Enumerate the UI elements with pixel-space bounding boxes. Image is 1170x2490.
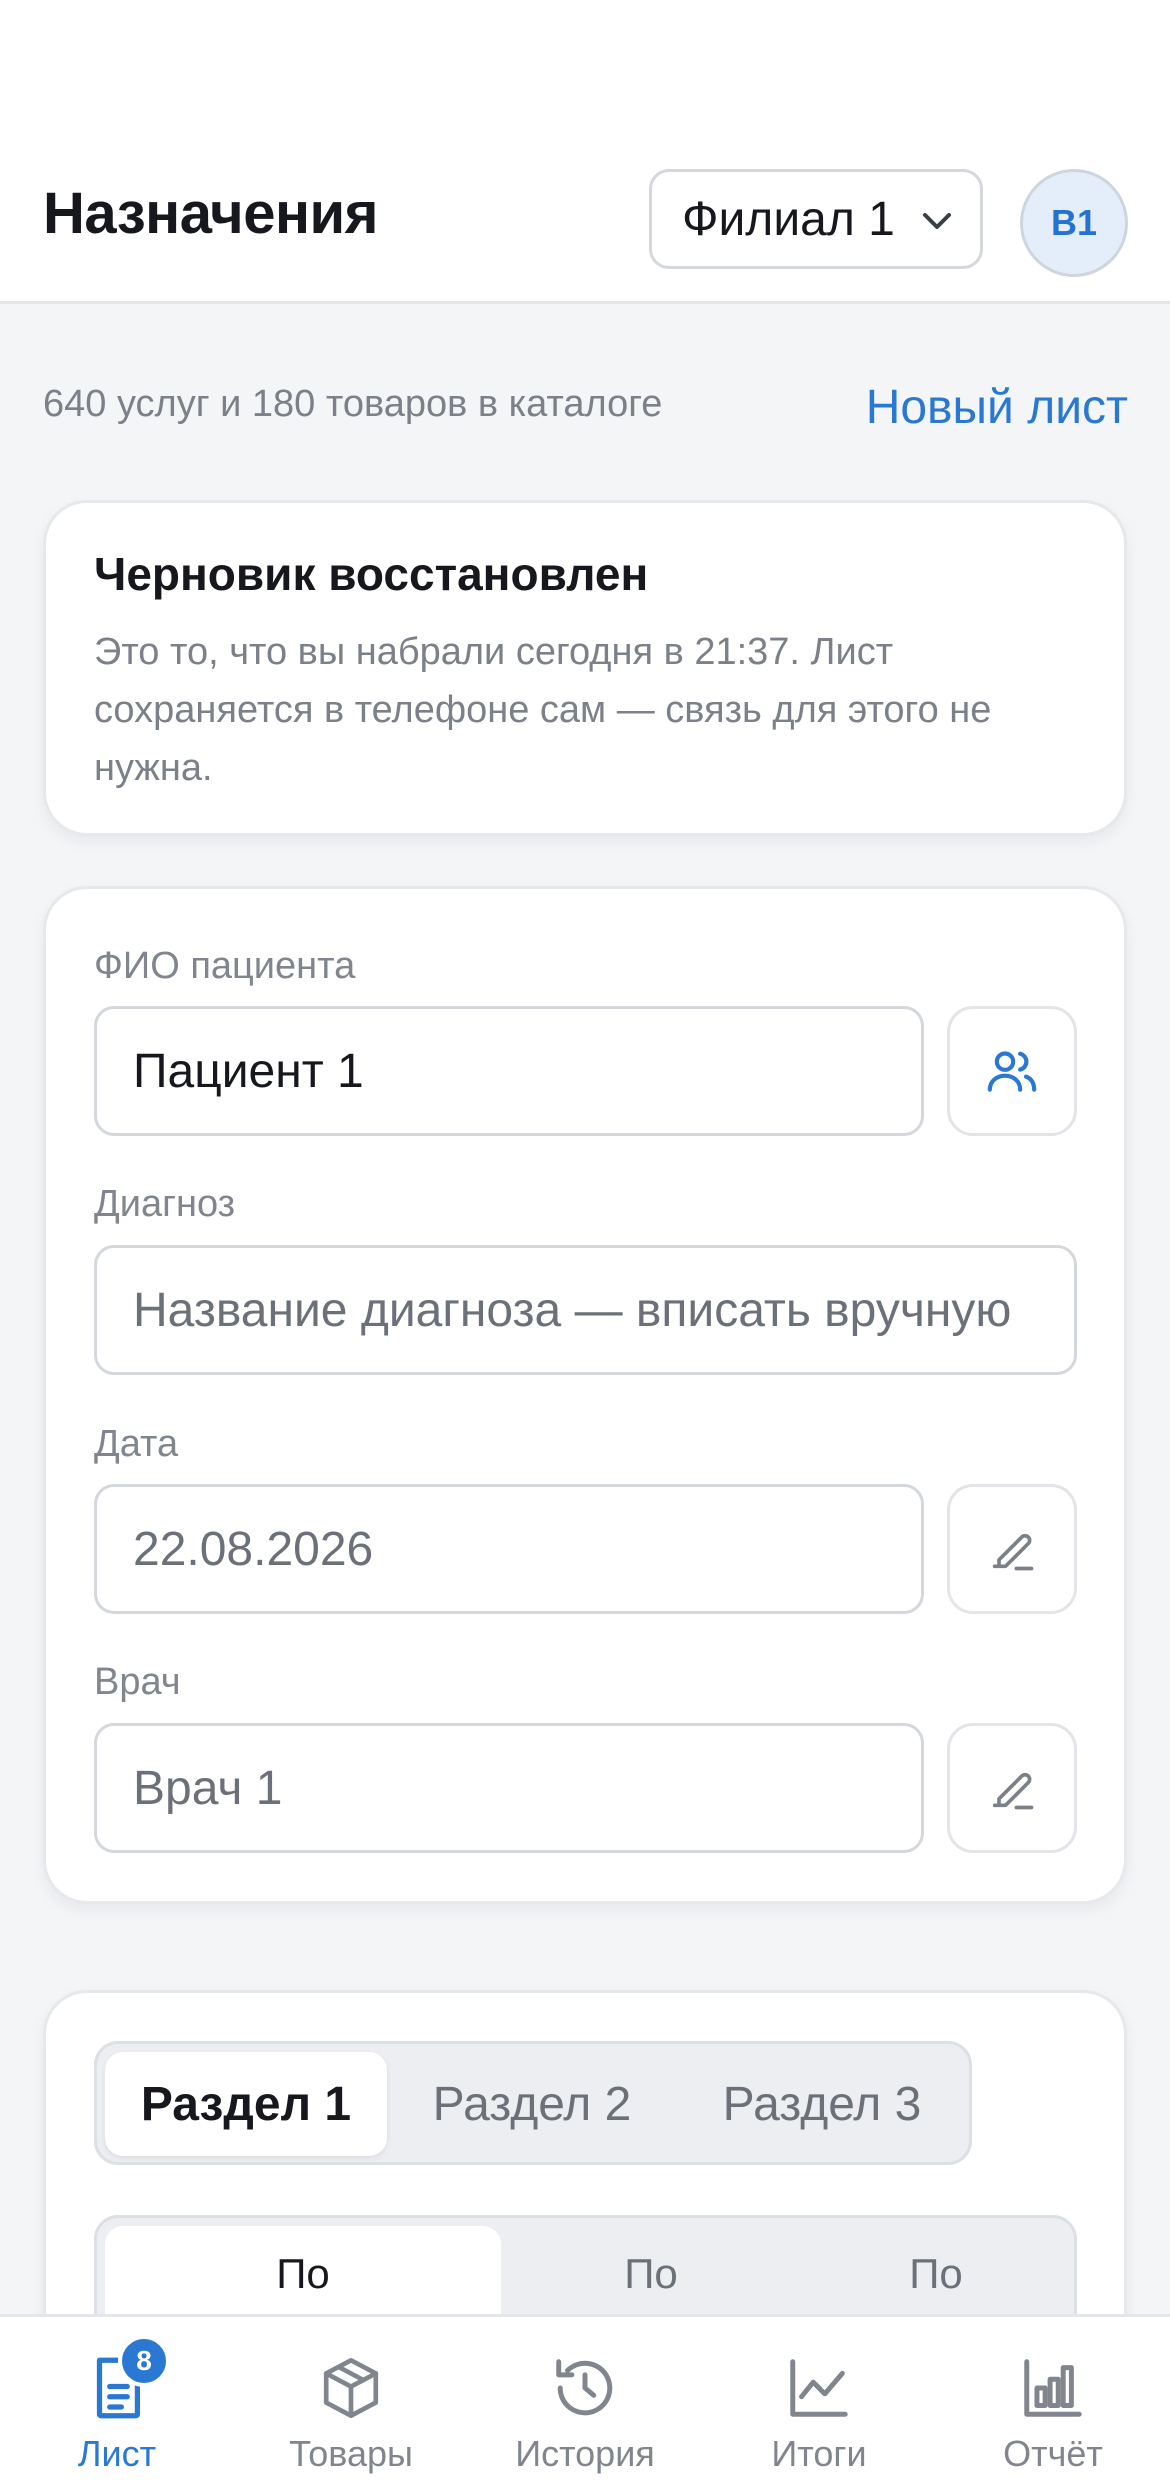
nav-label-history: История <box>515 2433 655 2474</box>
box-icon <box>323 2357 379 2419</box>
patient-form-card: ФИО пациента Пациент 1 Диагноз Название … <box>43 886 1127 1904</box>
date-label: Дата <box>94 1423 179 1465</box>
doctor-input[interactable]: Врач 1 <box>94 1723 924 1853</box>
users-icon <box>987 1051 1037 1092</box>
bar-chart-icon <box>1024 2359 1082 2417</box>
tab-section-2[interactable]: Раздел 2 <box>387 2052 677 2156</box>
history-icon <box>556 2359 613 2416</box>
pencil-icon <box>992 1533 1034 1571</box>
nav-tab-products[interactable]: Товары <box>234 2317 468 2490</box>
sheet-count-badge: 8 <box>118 2335 170 2387</box>
nav-label-report: Отчёт <box>1003 2433 1103 2474</box>
nav-label-products: Товары <box>289 2433 413 2474</box>
nav-tab-history[interactable]: История <box>468 2317 702 2490</box>
draft-title: Черновик восстановлен <box>94 548 649 600</box>
edit-doctor-button[interactable] <box>947 1723 1077 1853</box>
draft-restored-card: Черновик восстановлен Это то, что вы наб… <box>43 500 1127 836</box>
tab-section-3[interactable]: Раздел 3 <box>677 2052 967 2156</box>
draft-message: Это то, что вы набрали сегодня в 21:37. … <box>94 631 992 789</box>
new-sheet-link[interactable]: Новый лист <box>866 380 1128 435</box>
patient-input[interactable]: Пациент 1 <box>94 1006 924 1136</box>
app-header: Назначения Филиал 1 В1 <box>0 0 1170 304</box>
branch-select-label: Филиал 1 <box>682 192 895 246</box>
branch-select[interactable]: Филиал 1 <box>649 169 983 269</box>
avatar[interactable]: В1 <box>1020 169 1128 277</box>
nav-tab-report[interactable]: Отчёт <box>936 2317 1170 2490</box>
nav-tab-totals[interactable]: Итоги <box>702 2317 936 2490</box>
page-title: Назначения <box>43 181 379 246</box>
tab-section-1[interactable]: Раздел 1 <box>105 2052 387 2156</box>
section-tabs: Раздел 1 Раздел 2 Раздел 3 <box>94 2041 972 2165</box>
diagnosis-label: Диагноз <box>94 1183 236 1225</box>
nav-label-totals: Итоги <box>771 2433 867 2474</box>
select-patient-button[interactable] <box>947 1006 1077 1136</box>
edit-date-button[interactable] <box>947 1484 1077 1614</box>
patient-label: ФИО пациента <box>94 945 356 987</box>
nav-tab-sheet[interactable]: 8 Лист <box>0 2317 234 2490</box>
nav-label-sheet: Лист <box>77 2433 157 2474</box>
bottom-tab-bar: 8 Лист Товары История Итоги Отчёт <box>0 2314 1170 2490</box>
doctor-label: Врач <box>94 1661 181 1703</box>
catalog-info: 640 услуг и 180 товаров в каталоге <box>43 383 663 425</box>
diagnosis-input[interactable]: Название диагноза — вписать вручную <box>94 1245 1077 1375</box>
chart-line-icon <box>790 2359 848 2417</box>
pencil-icon <box>992 1772 1034 1810</box>
chevron-down-icon <box>923 213 951 229</box>
date-input[interactable]: 22.08.2026 <box>94 1484 924 1614</box>
